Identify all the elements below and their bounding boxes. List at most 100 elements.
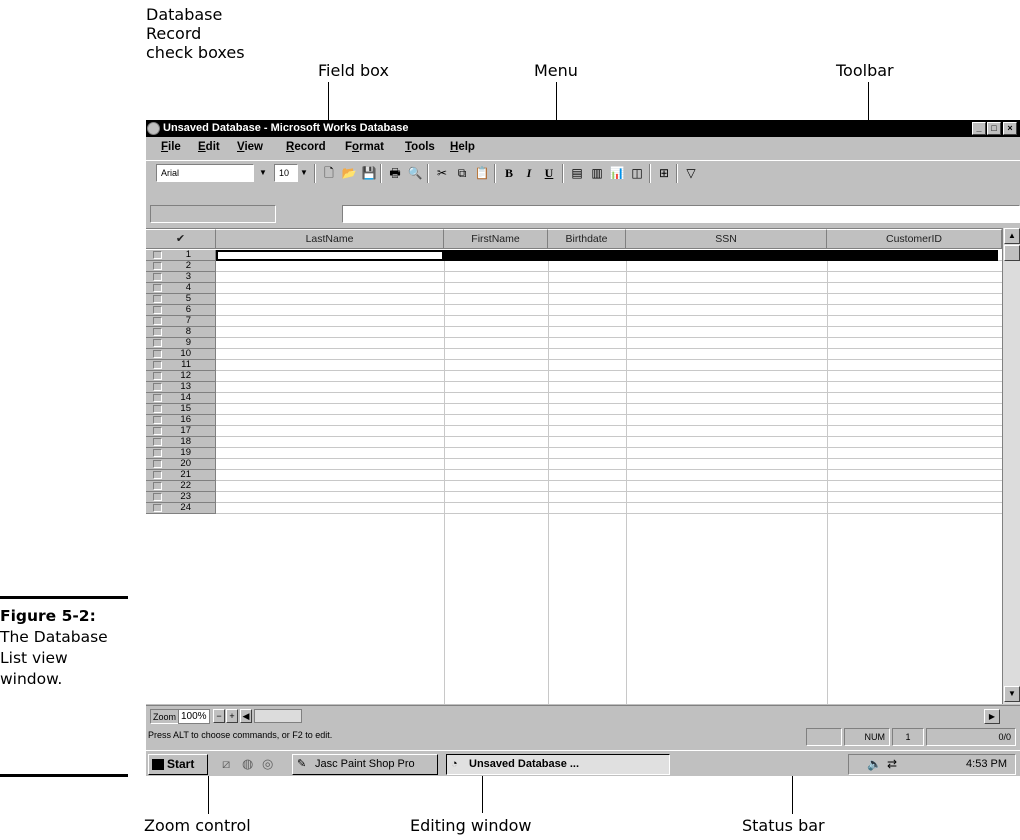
column-header[interactable]: FirstName <box>444 229 548 249</box>
scroll-track-icon[interactable] <box>254 709 302 723</box>
vertical-scrollbar[interactable]: ▲ ▼ <box>1002 228 1020 704</box>
font-size-select[interactable]: 10 <box>274 164 298 182</box>
open-icon[interactable]: 📂 <box>340 165 358 182</box>
clock[interactable]: 4:53 PM <box>966 755 1007 774</box>
record-checkbox[interactable] <box>153 471 162 479</box>
zoom-out-button[interactable]: − <box>213 709 225 723</box>
record-checkbox[interactable] <box>153 482 162 490</box>
minimize-button[interactable]: _ <box>972 122 986 135</box>
scroll-right-icon[interactable]: ▶ <box>984 709 1000 724</box>
network-icon[interactable]: ⇄ <box>887 755 897 774</box>
record-checkbox[interactable] <box>153 372 162 380</box>
report-icon[interactable]: 📊 <box>608 165 626 182</box>
record-row-header[interactable]: 24 <box>146 503 216 514</box>
record-checkbox[interactable] <box>153 427 162 435</box>
column-header[interactable]: CustomerID <box>827 229 1002 249</box>
filter-icon[interactable]: ▽ <box>682 165 700 182</box>
save-icon[interactable]: 💾 <box>360 165 378 182</box>
record-checkbox[interactable] <box>153 317 162 325</box>
font-name-select[interactable]: Arial <box>156 164 254 182</box>
record-checkbox[interactable] <box>153 493 162 501</box>
menu-help[interactable]: Help <box>450 141 475 153</box>
record-row-header[interactable]: 2 <box>146 261 216 272</box>
select-all-checkbox[interactable]: ✔ <box>146 229 216 249</box>
record-row-header[interactable]: 4 <box>146 283 216 294</box>
record-row-header[interactable]: 1 <box>146 250 216 261</box>
copy-icon[interactable]: ⧉ <box>453 165 471 182</box>
record-checkbox[interactable] <box>153 350 162 358</box>
record-checkbox[interactable] <box>153 262 162 270</box>
form-design-icon[interactable]: ◫ <box>628 165 646 182</box>
font-name-dropdown-icon[interactable]: ▼ <box>256 164 270 182</box>
column-header[interactable]: Birthdate <box>548 229 626 249</box>
close-button[interactable]: × <box>1003 122 1017 135</box>
menu-format[interactable]: Format <box>345 141 384 153</box>
underline-icon[interactable]: U <box>540 165 558 182</box>
channels-icon[interactable]: ◎ <box>262 756 273 772</box>
zoom-value[interactable]: 100% <box>178 709 210 724</box>
record-checkbox[interactable] <box>153 405 162 413</box>
record-checkbox[interactable] <box>153 449 162 457</box>
italic-icon[interactable]: I <box>520 165 538 182</box>
print-preview-icon[interactable]: 🔍 <box>406 165 424 182</box>
record-row-header[interactable]: 3 <box>146 272 216 283</box>
task-paint-shop-pro[interactable]: ✎ Jasc Paint Shop Pro <box>292 754 438 775</box>
record-checkbox[interactable] <box>153 251 162 259</box>
record-checkbox[interactable] <box>153 460 162 468</box>
record-row-header[interactable]: 6 <box>146 305 216 316</box>
record-checkbox[interactable] <box>153 339 162 347</box>
menu-view[interactable]: View <box>237 141 263 153</box>
record-checkbox[interactable] <box>153 361 162 369</box>
record-checkbox[interactable] <box>153 273 162 281</box>
database-app-icon[interactable] <box>147 122 160 135</box>
selected-record[interactable] <box>444 250 998 261</box>
record-row-header[interactable]: 5 <box>146 294 216 305</box>
font-size-dropdown-icon[interactable]: ▼ <box>297 164 311 182</box>
menu-file[interactable]: File <box>161 141 181 153</box>
bold-icon[interactable]: B <box>500 165 518 182</box>
scroll-up-icon[interactable]: ▲ <box>1004 228 1020 244</box>
scroll-thumb[interactable] <box>1004 245 1020 261</box>
record-row-header[interactable]: 8 <box>146 327 216 338</box>
scroll-down-icon[interactable]: ▼ <box>1004 686 1020 702</box>
editing-window[interactable]: ✔ LastName FirstName Birthdate SSN Custo… <box>146 228 1002 704</box>
active-cell[interactable] <box>216 250 444 261</box>
record-checkbox[interactable] <box>153 416 162 424</box>
column-divider <box>548 250 549 704</box>
record-checkbox[interactable] <box>153 284 162 292</box>
field-box[interactable] <box>342 205 1020 223</box>
paste-icon[interactable]: 📋 <box>473 165 491 182</box>
toolbar-separator <box>676 164 678 183</box>
menu-edit[interactable]: Edit <box>198 141 220 153</box>
menu-tools[interactable]: Tools <box>405 141 435 153</box>
cut-icon[interactable]: ✂ <box>433 165 451 182</box>
record-checkbox[interactable] <box>153 394 162 402</box>
record-checkbox[interactable] <box>153 438 162 446</box>
task-unsaved-database[interactable]: ◔ Unsaved Database ... <box>446 754 670 775</box>
browser-icon[interactable]: ◍ <box>242 756 253 772</box>
column-header[interactable]: SSN <box>626 229 827 249</box>
scroll-left-icon[interactable]: ◀ <box>240 709 252 723</box>
callout-zoom-control: Zoom control <box>144 816 251 835</box>
record-checkbox[interactable] <box>153 383 162 391</box>
print-icon[interactable]: 🖶 <box>386 165 404 182</box>
title-bar[interactable]: Unsaved Database - Microsoft Works Datab… <box>146 120 1020 137</box>
volume-icon[interactable]: 🔈 <box>867 755 882 774</box>
record-checkbox[interactable] <box>153 295 162 303</box>
list-view-icon[interactable]: ▤ <box>568 165 586 182</box>
desktop-icon[interactable]: ⧄ <box>222 756 230 772</box>
menu-record[interactable]: Record <box>286 141 326 153</box>
form-view-icon[interactable]: ▥ <box>588 165 606 182</box>
new-icon[interactable]: 🗋 <box>320 165 338 182</box>
caption-rule-top <box>0 596 128 599</box>
record-row-header[interactable]: 7 <box>146 316 216 327</box>
record-checkbox[interactable] <box>153 328 162 336</box>
start-button[interactable]: Start <box>148 754 208 775</box>
zoom-in-button[interactable]: + <box>226 709 238 723</box>
record-checkbox[interactable] <box>153 504 162 512</box>
maximize-button[interactable]: □ <box>987 122 1001 135</box>
record-checkbox[interactable] <box>153 306 162 314</box>
insert-field-icon[interactable]: ⊞ <box>655 165 673 182</box>
toolbar-separator <box>427 164 429 183</box>
column-header[interactable]: LastName <box>216 229 444 249</box>
